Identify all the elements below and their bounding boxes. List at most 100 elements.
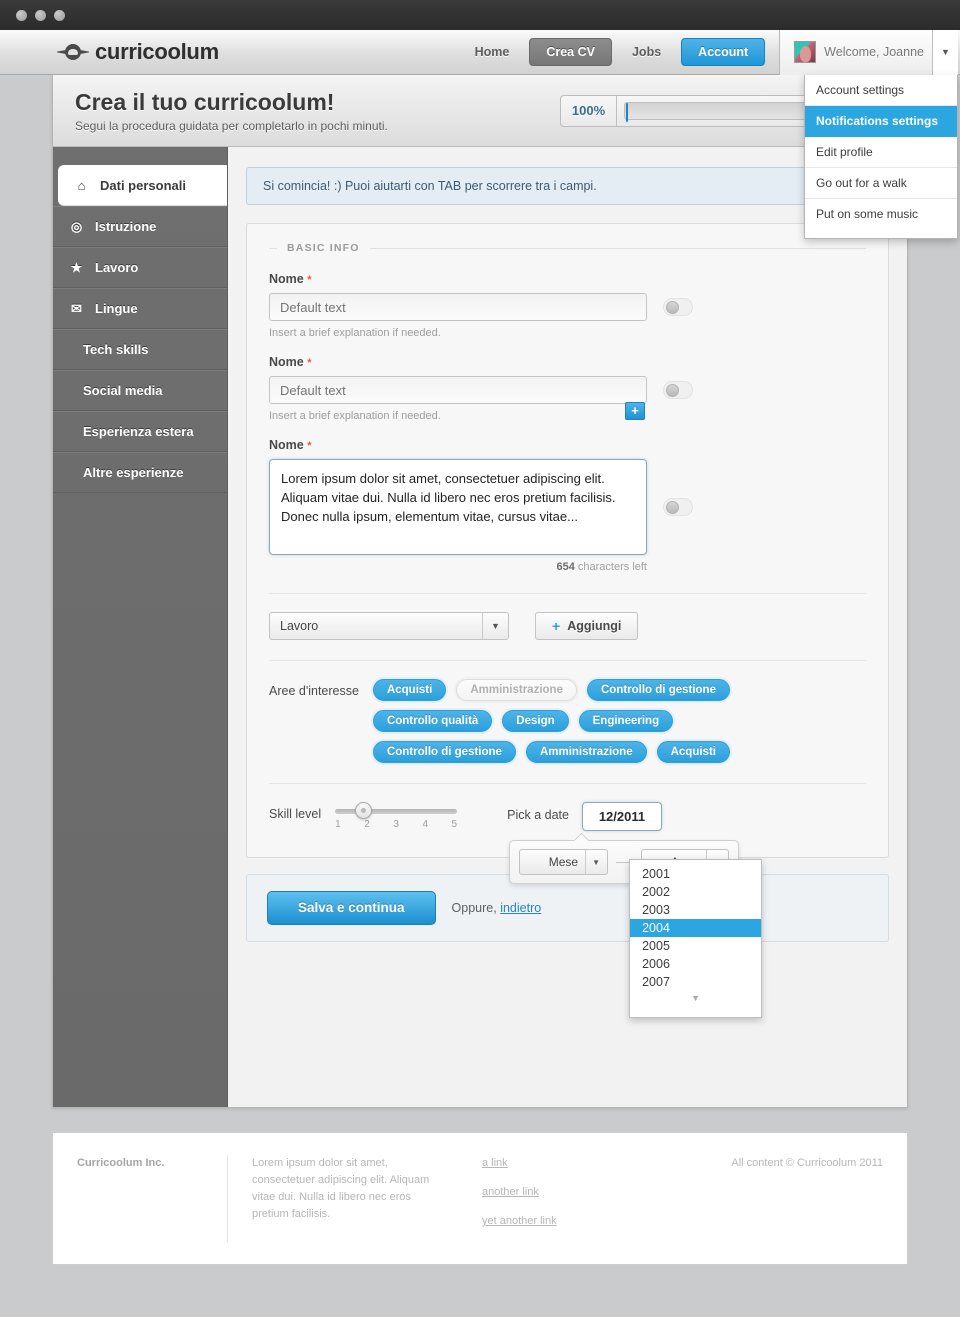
add-button[interactable]: + Aggiungi (535, 612, 639, 640)
sidebar-item-dati-personali[interactable]: ⌂ Dati personali (58, 165, 227, 206)
footer-link[interactable]: a link (482, 1155, 557, 1172)
target-icon: ◎ (70, 219, 83, 234)
add-field-plus-icon[interactable]: + (625, 402, 645, 420)
month-select-value: Mese (548, 855, 579, 869)
slider-date-row: Skill level 1 2 3 4 5 Pick a date 12/201… (269, 802, 866, 1018)
sidebar-item-label: Tech skills (83, 342, 149, 357)
nav-item-crea-cv[interactable]: Crea CV (529, 38, 612, 66)
brand-logo-link[interactable]: curricoolum (57, 39, 219, 65)
page-title: Crea il tuo curricoolum! (75, 88, 335, 115)
year-option[interactable]: 2005 (630, 937, 761, 955)
sidebar-item-lingue[interactable]: ✉ Lingue (53, 288, 227, 329)
or-label: Oppure, (451, 901, 497, 915)
nav-item-home[interactable]: Home (459, 39, 526, 65)
menu-item-put-on-some-music[interactable]: Put on some music (805, 199, 957, 229)
sidebar-item-esperienza-estera[interactable]: Esperienza estera (53, 411, 227, 452)
interest-tag[interactable]: Controllo di gestione (586, 679, 730, 701)
scroll-down-icon[interactable]: ▼ (630, 993, 761, 1003)
footer-copyright: All content © Curricoolum 2011 (731, 1157, 883, 1169)
menu-item-go-out-for-a-walk[interactable]: Go out for a walk (805, 168, 957, 199)
menu-item-edit-profile[interactable]: Edit profile (805, 137, 957, 168)
year-option[interactable]: 2002 (630, 883, 761, 901)
pick-a-date-label: Pick a date (507, 808, 569, 822)
footer-link[interactable]: yet another link (482, 1213, 557, 1230)
star-icon: ★ (70, 260, 83, 275)
slider-handle[interactable] (355, 802, 373, 819)
field-nome-3: Nome * 654 characters left (269, 438, 866, 573)
slider-track[interactable] (335, 802, 458, 819)
footer-company: Curricoolum Inc. (53, 1155, 228, 1242)
interest-tag[interactable]: Controllo qualità (372, 710, 493, 732)
interest-tag[interactable]: Engineering (578, 710, 674, 732)
sidebar-item-tech-skills[interactable]: Tech skills (53, 329, 227, 370)
required-marker: * (307, 440, 312, 452)
interest-tag[interactable]: Amministrazione (456, 679, 577, 701)
field-toggle-3[interactable] (663, 498, 693, 516)
field-label-text: Nome (269, 438, 304, 452)
back-link[interactable]: indietro (500, 901, 541, 915)
footer-links: a link another link yet another link (458, 1155, 581, 1242)
chevron-down-icon: ▼ (584, 850, 607, 874)
character-counter: 654 characters left (269, 561, 647, 573)
or-text: Oppure, indietro (452, 901, 542, 915)
year-option[interactable]: 2001 (630, 865, 761, 883)
home-icon: ⌂ (77, 178, 86, 193)
interest-tag[interactable]: Controllo di gestione (372, 741, 516, 763)
interest-tag[interactable]: Acquisti (656, 741, 730, 763)
footer-link[interactable]: another link (482, 1184, 557, 1201)
divider (269, 660, 866, 661)
page-subtitle: Segui la procedura guidata per completar… (75, 118, 388, 133)
sidebar-item-social-media[interactable]: Social media (53, 370, 227, 411)
sidebar-item-label: Social media (83, 383, 163, 398)
menu-item-account-settings[interactable]: Account settings (805, 75, 957, 106)
window-minimize-button[interactable] (35, 9, 46, 21)
nome-input-2[interactable] (269, 376, 647, 404)
interests-label: Aree d'interesse (269, 684, 359, 698)
interest-tag[interactable]: Design (502, 710, 569, 732)
field-label: Nome * (269, 355, 866, 369)
save-and-continue-button[interactable]: Salva e continua (267, 891, 436, 925)
window-maximize-button[interactable] (54, 9, 65, 21)
date-input[interactable]: 12/2011 (581, 802, 662, 831)
year-option-selected[interactable]: 2004 (630, 919, 762, 937)
sidebar-item-istruzione[interactable]: ◎ Istruzione (53, 206, 227, 247)
chevron-down-icon[interactable]: ▼ (932, 29, 958, 75)
panel-legend: BASIC INFO (269, 242, 866, 254)
year-option[interactable]: 2006 (630, 955, 761, 973)
interest-tag[interactable]: Amministrazione (525, 741, 647, 763)
skill-level-slider[interactable]: 1 2 3 4 5 (335, 802, 458, 830)
field-label: Nome * (269, 272, 866, 286)
user-menu[interactable]: Welcome, Joanne ▼ Account settings Notif… (779, 29, 958, 239)
top-navigation-bar: curricoolum Home Crea CV Jobs Account We… (0, 29, 960, 239)
progress-percent-label: 100% (561, 95, 617, 126)
nav-item-account[interactable]: Account (681, 38, 766, 66)
field-nome-1: Nome * Insert a brief explanation if nee… (269, 272, 866, 339)
interest-tag[interactable]: Acquisti (372, 679, 447, 701)
nav-item-jobs[interactable]: Jobs (616, 39, 677, 65)
window-close-button[interactable] (16, 9, 27, 21)
sidebar-item-label: Istruzione (95, 219, 157, 234)
sidebar-item-altre-esperienze[interactable]: Altre esperienze (53, 452, 227, 493)
menu-item-notifications-settings[interactable]: Notifications settings (805, 105, 957, 137)
main-nav: Home Crea CV Jobs Account Welcome, Joann… (459, 29, 960, 239)
year-option-list: 2001 2002 2003 2004 2005 2006 2007 ▼ (629, 859, 763, 1018)
year-option[interactable]: 2003 (630, 901, 761, 919)
add-button-label: Aggiungi (567, 619, 622, 633)
basic-info-panel: BASIC INFO Nome * Insert a brief explana… (246, 223, 889, 1018)
brand-name: curricoolum (95, 39, 219, 64)
chevron-down-icon: ▼ (482, 613, 508, 639)
nome-input-1[interactable] (269, 293, 647, 321)
panel-legend-label: BASIC INFO (287, 242, 360, 254)
month-select[interactable]: Mese ▼ (519, 849, 608, 875)
sidebar-item-label: Altre esperienze (83, 465, 184, 480)
sidebar-item-label: Dati personali (100, 178, 186, 193)
field-toggle-1[interactable] (663, 298, 693, 316)
characters-left-number: 654 (556, 561, 575, 573)
slider-ticks: 1 2 3 4 5 (335, 819, 457, 830)
nome-textarea[interactable] (269, 459, 647, 555)
year-option[interactable]: 2007 (630, 973, 761, 991)
sidebar-item-lavoro[interactable]: ★ Lavoro (53, 247, 227, 288)
slider-tick: 1 (335, 819, 341, 830)
category-select[interactable]: Lavoro ▼ (269, 612, 509, 640)
field-toggle-2[interactable] (663, 381, 693, 399)
